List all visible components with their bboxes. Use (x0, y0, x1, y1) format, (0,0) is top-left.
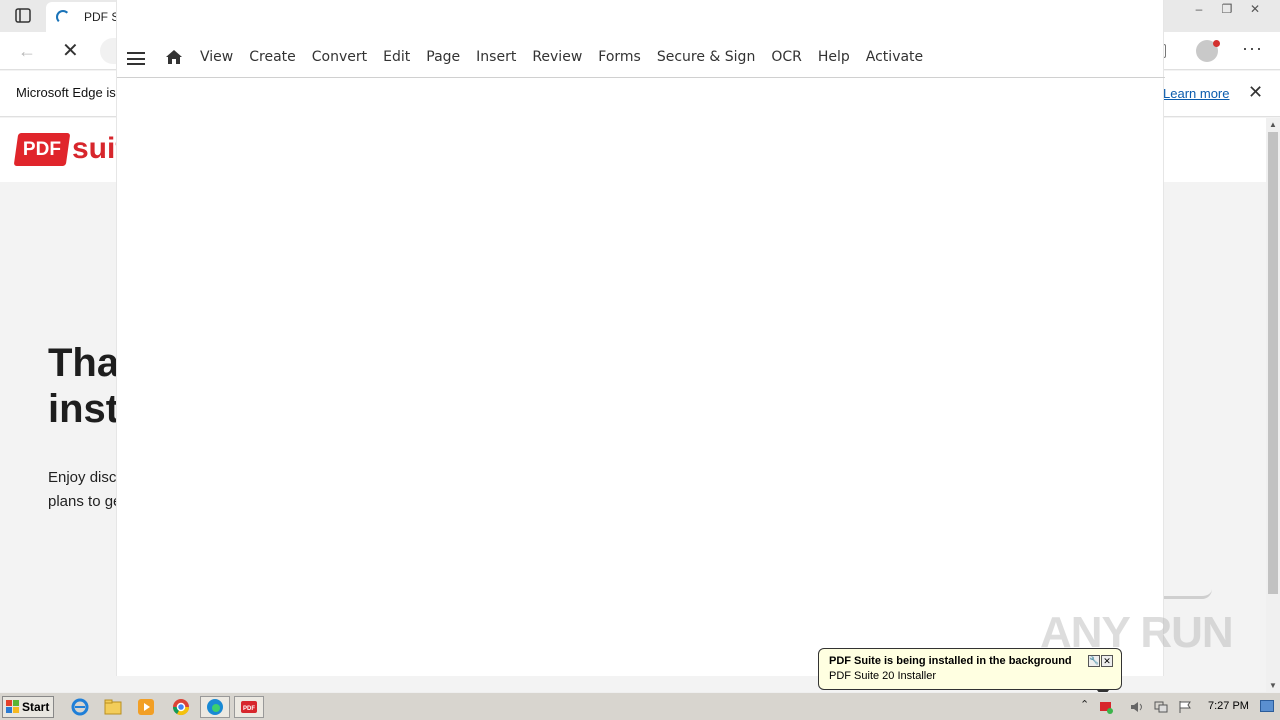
menu-help[interactable]: Help (818, 49, 850, 65)
balloon-options-icon[interactable]: 🔧 (1088, 655, 1100, 667)
chrome-icon[interactable] (172, 698, 190, 716)
loading-spinner-icon (56, 10, 70, 24)
action-center-flag-icon[interactable] (1178, 700, 1192, 714)
logo-badge-text: PDF (23, 138, 61, 160)
pdf-suite-window: View Create Convert Edit Page Insert Rev… (116, 0, 1165, 676)
start-label: Start (22, 700, 50, 714)
volume-icon[interactable] (1130, 700, 1144, 714)
menu-activate[interactable]: Activate (866, 49, 923, 65)
hero-subtitle: Enjoy disc plans to ge (48, 469, 122, 510)
home-icon[interactable] (165, 48, 183, 66)
install-notification-balloon[interactable]: PDF Suite is being installed in the back… (818, 648, 1122, 698)
scroll-thumb[interactable] (1268, 132, 1278, 594)
pdf-installer-tray-icon[interactable] (1099, 700, 1113, 714)
balloon-text: PDF Suite 20 Installer (829, 670, 936, 682)
svg-text:PDF: PDF (243, 706, 255, 712)
back-button[interactable]: ← (18, 41, 36, 62)
stop-loading-button[interactable]: ✕ (62, 38, 79, 63)
pdf-suite-logo[interactable]: PDF (13, 133, 71, 166)
media-player-icon[interactable] (137, 698, 155, 716)
system-clock[interactable]: 7:27 PM (1208, 700, 1249, 712)
hamburger-menu-icon[interactable] (127, 52, 145, 65)
internet-explorer-icon[interactable] (71, 698, 89, 716)
balloon-close-button[interactable]: ✕ (1101, 655, 1113, 667)
more-menu-button[interactable]: ··· (1242, 38, 1263, 59)
menu-secure-sign[interactable]: Secure & Sign (657, 49, 756, 65)
menu-ocr[interactable]: OCR (771, 49, 802, 65)
laptop-image (1164, 581, 1212, 599)
notification-dot (1213, 40, 1220, 47)
restore-button[interactable]: ❐ (1216, 2, 1238, 16)
menu-create[interactable]: Create (249, 49, 296, 65)
file-explorer-icon[interactable] (104, 698, 122, 716)
taskbar-edge-button[interactable] (200, 696, 230, 718)
tab-actions-icon[interactable] (12, 6, 34, 26)
menu-convert[interactable]: Convert (312, 49, 367, 65)
menu-view[interactable]: View (200, 49, 233, 65)
scroll-down-arrow-icon[interactable]: ▼ (1266, 681, 1280, 690)
menu-page[interactable]: Page (426, 49, 460, 65)
balloon-title: PDF Suite is being installed in the back… (829, 655, 1072, 667)
infobar-close-button[interactable]: ✕ (1248, 82, 1263, 103)
taskbar: Start PDF ⌃ 7:27 PM (0, 692, 1280, 720)
profile-avatar[interactable] (1196, 40, 1220, 62)
infobar-message: Microsoft Edge is (16, 85, 116, 100)
pdf-menu-items: View Create Convert Edit Page Insert Rev… (200, 49, 939, 65)
page-scrollbar[interactable]: ▲ ▼ (1266, 118, 1280, 692)
learn-more-link[interactable]: Learn more (1163, 86, 1229, 101)
menu-edit[interactable]: Edit (383, 49, 410, 65)
window-controls: – ❐ ✕ (1188, 2, 1266, 16)
hero-heading: Tha inst (48, 341, 120, 431)
network-icon[interactable] (1154, 700, 1168, 714)
start-button[interactable]: Start (2, 696, 54, 718)
minimize-button[interactable]: – (1188, 2, 1210, 16)
menu-forms[interactable]: Forms (598, 49, 641, 65)
window-close-button[interactable]: ✕ (1244, 2, 1266, 16)
taskbar-pdf-suite-button[interactable]: PDF (234, 696, 264, 718)
tray-overflow-button[interactable]: ⌃ (1080, 698, 1089, 711)
scroll-up-arrow-icon[interactable]: ▲ (1266, 120, 1280, 129)
show-desktop-button[interactable] (1260, 700, 1274, 712)
pdf-menu-bar: View Create Convert Edit Page Insert Rev… (117, 38, 1165, 78)
menu-insert[interactable]: Insert (476, 49, 516, 65)
windows-logo-icon (6, 700, 20, 714)
menu-review[interactable]: Review (532, 49, 582, 65)
